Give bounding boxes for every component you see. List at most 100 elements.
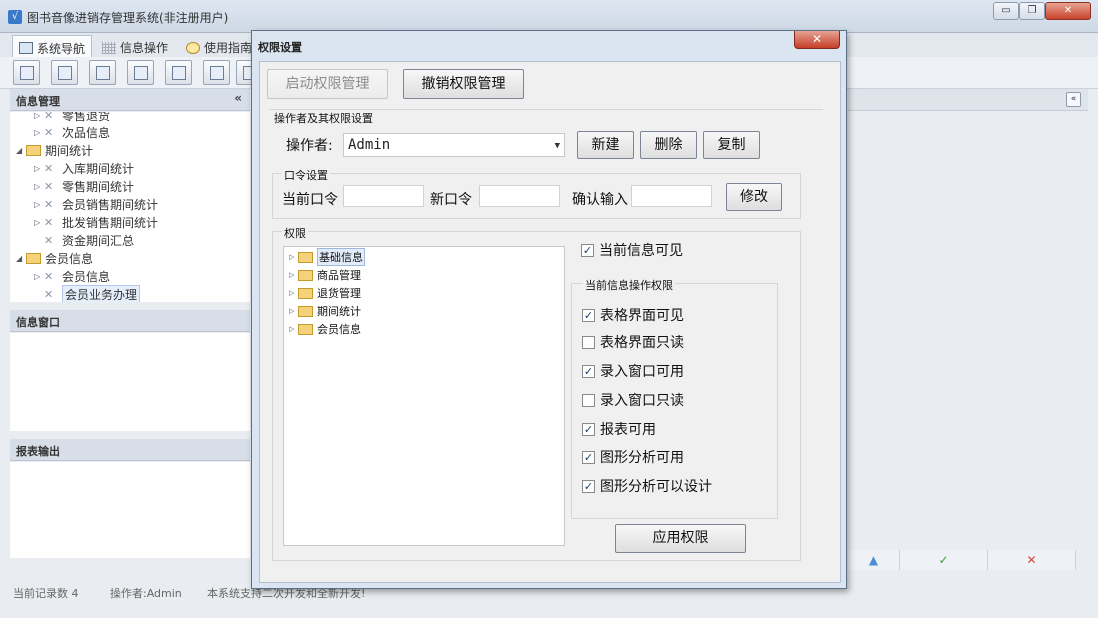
revoke-permission-button[interactable]: 撤销权限管理 (403, 69, 524, 99)
ops-checkbox-report-enabled[interactable]: ✓ 报表可用 (582, 419, 656, 439)
tools-icon: ✕ (44, 287, 54, 301)
collapse-up-icon[interactable]: « (1066, 92, 1081, 107)
modify-password-button[interactable]: 修改 (726, 183, 782, 211)
perm-tree-label: 退货管理 (317, 287, 361, 300)
perm-tree-item[interactable]: ▷ 期间统计 (289, 303, 361, 319)
new-password-label: 新口令 (430, 192, 472, 208)
app-logo-icon: √ (8, 10, 22, 24)
perm-tree-item[interactable]: ▷ 商品管理 (289, 267, 361, 283)
tree-item-label: 次品信息 (62, 125, 111, 140)
copy-operator-button[interactable]: 复制 (703, 131, 760, 159)
perm-tree-item[interactable]: ▷ 会员信息 (289, 321, 361, 337)
report-output-area (10, 462, 250, 558)
toolbar-document-button[interactable] (89, 60, 116, 85)
tree-item-label: 期间统计 (45, 143, 94, 158)
record-nav-buttons: ▲ ✓ ✕ (848, 550, 1078, 570)
app-titlebar: √ 图书音像进销存管理系统(非注册用户) ▭ ❐ ✕ (0, 0, 1098, 33)
toolbar-screen-button[interactable] (165, 60, 192, 85)
tools-icon: ✕ (44, 233, 54, 247)
info-management-header: 信息管理 « (10, 89, 250, 111)
dialog-close-button[interactable]: ✕ (794, 31, 840, 49)
tree-item[interactable]: ▷ ✕ 批发销售期间统计 (34, 213, 158, 231)
enable-permission-button[interactable]: 启动权限管理 (267, 69, 388, 99)
current-visible-checkbox[interactable]: ✓ 当前信息可见 (581, 240, 683, 260)
tree-item[interactable]: ✕ 资金期间汇总 (44, 231, 134, 249)
ops-checkbox-table-visible[interactable]: ✓ 表格界面可见 (582, 305, 684, 325)
expand-icon: ▷ (289, 307, 295, 315)
toolbar-list-button[interactable] (51, 60, 78, 85)
checkbox-box: ✓ (582, 308, 595, 322)
tools-icon: ✕ (44, 179, 54, 193)
permission-tree: ▷ 基础信息 ▷ 商品管理 ▷ 退货管理 ▷ 期间统计 ▷ 会员信息 (283, 246, 565, 546)
right-panel-header: « (848, 89, 1088, 111)
ops-checkbox-entry-enabled[interactable]: ✓ 录入窗口可用 (582, 361, 684, 381)
folder-icon (298, 323, 313, 335)
tree-item-label: 会员销售期间统计 (62, 197, 159, 212)
tools-icon: ✕ (44, 112, 54, 122)
tree-folder[interactable]: ◢ 期间统计 (16, 141, 93, 159)
collapse-icon[interactable]: « (234, 91, 242, 105)
export-icon (210, 66, 224, 80)
cancel-button[interactable]: ✕ (988, 550, 1076, 570)
confirm-password-input[interactable] (631, 185, 712, 207)
current-password-input[interactable] (343, 185, 424, 207)
tree-item-label: 资金期间汇总 (62, 233, 135, 248)
checkbox-box: ✓ (582, 422, 595, 436)
tree-item[interactable]: ▷ ✕ 零售期间统计 (34, 177, 134, 195)
expand-icon: ▷ (34, 181, 41, 191)
app-title: 图书音像进销存管理系统(非注册用户) (27, 11, 229, 25)
tree-folder[interactable]: ◢ 会员信息 (16, 249, 93, 267)
tree-item-label: 会员信息 (45, 251, 94, 266)
tab-info-ops[interactable]: 信息操作 (96, 35, 174, 57)
list-icon (58, 66, 72, 80)
tree-item[interactable]: ▷ ✕ 会员信息 (34, 267, 110, 285)
checkbox-label: 表格界面可见 (600, 308, 684, 324)
nav-tree: ▷ ✕ 零售退货 ▷ ✕ 次品信息 ◢ 期间统计 ▷ ✕ 入库期间统计 ▷ ✕ 零售期间统计 ▷ ✕… (10, 112, 250, 302)
restore-button[interactable]: ❐ (1019, 2, 1045, 20)
perm-tree-item[interactable]: ▷ 退货管理 (289, 285, 361, 301)
checkbox-label: 录入窗口可用 (600, 364, 684, 380)
ops-checkbox-chart-design[interactable]: ✓ 图形分析可以设计 (582, 476, 712, 496)
info-window-area (10, 333, 250, 431)
folder-icon (298, 305, 313, 317)
tab-label: 系统导航 (37, 41, 86, 56)
operator-value: Admin (348, 137, 391, 153)
tree-item-selected[interactable]: ✕ 会员业务办理 (44, 284, 141, 302)
toolbar-search-button[interactable] (13, 60, 40, 85)
tree-item-label: 零售退货 (62, 112, 111, 123)
clock-icon (186, 41, 200, 54)
folder-icon (298, 251, 313, 263)
operator-select[interactable]: Admin ▼ (343, 133, 565, 157)
checkbox-box (582, 393, 595, 407)
tools-icon: ✕ (44, 125, 54, 139)
checkbox-box: ✓ (581, 243, 594, 257)
ops-checkbox-chart-enabled[interactable]: ✓ 图形分析可用 (582, 447, 684, 467)
new-password-input[interactable] (479, 185, 560, 207)
minimize-button[interactable]: ▭ (993, 2, 1019, 20)
ops-checkbox-table-readonly[interactable]: 表格界面只读 (582, 332, 684, 352)
tree-item[interactable]: ▷ ✕ 入库期间统计 (34, 159, 134, 177)
tools-icon: ✕ (44, 215, 54, 229)
tab-system-nav[interactable]: 系统导航 (12, 35, 93, 57)
confirm-password-label: 确认输入 (572, 192, 628, 208)
screen-icon (172, 66, 186, 80)
tab-user-guide[interactable]: 使用指南 (180, 35, 258, 57)
perm-tree-item[interactable]: ▷ 基础信息 (289, 248, 365, 266)
toolbar-users-button[interactable] (127, 60, 154, 85)
dialog-title: 权限设置 (258, 41, 302, 54)
expand-icon: ▷ (34, 163, 41, 173)
tree-item-label: 会员信息 (62, 269, 111, 284)
ops-checkbox-entry-readonly[interactable]: 录入窗口只读 (582, 390, 684, 410)
delete-operator-button[interactable]: 删除 (640, 131, 697, 159)
tree-item[interactable]: ▷ ✕ 次品信息 (34, 123, 110, 141)
window-close-button[interactable]: ✕ (1045, 2, 1091, 20)
tree-item[interactable]: ▷ ✕ 会员销售期间统计 (34, 195, 158, 213)
new-operator-button[interactable]: 新建 (577, 131, 634, 159)
move-up-button[interactable]: ▲ (848, 550, 900, 570)
checkbox-label: 当前信息可见 (599, 243, 683, 259)
expand-icon: ▷ (289, 253, 295, 261)
confirm-button[interactable]: ✓ (900, 550, 988, 570)
apply-permission-button[interactable]: 应用权限 (615, 524, 746, 553)
expand-icon: ▷ (34, 127, 41, 137)
toolbar-export-button[interactable] (203, 60, 230, 85)
